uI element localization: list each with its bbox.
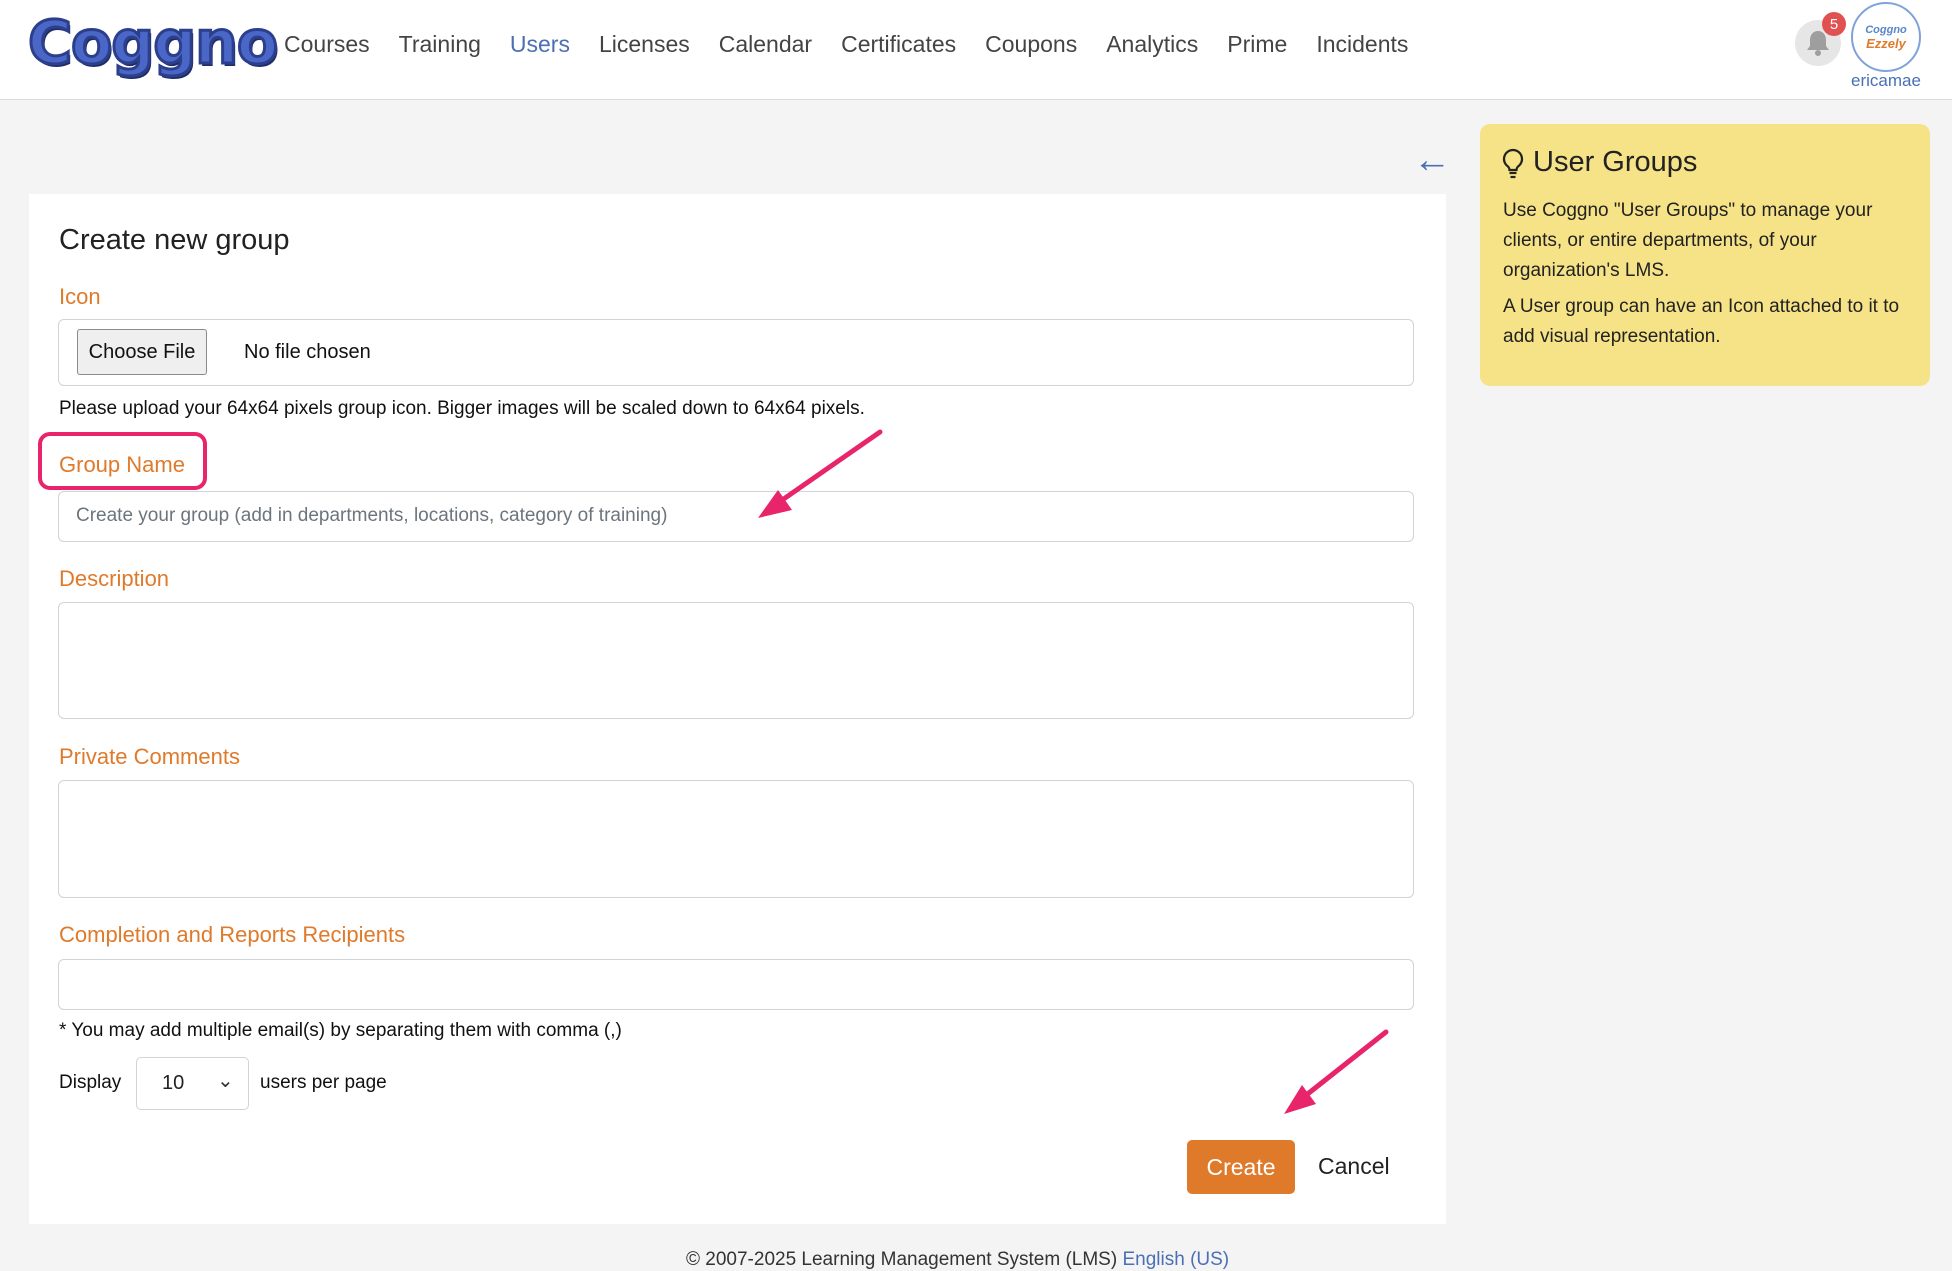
private-comments-textarea[interactable]: [58, 780, 1414, 898]
back-arrow-icon[interactable]: ←: [1413, 140, 1451, 180]
copyright-text: © 2007-2025 Learning Management System (…: [686, 1249, 1118, 1270]
chevron-down-icon: ⌄: [217, 1070, 234, 1092]
page-title: Create new group: [59, 224, 290, 256]
recipients-input[interactable]: [58, 959, 1414, 1010]
per-page-select[interactable]: 10 ⌄: [136, 1057, 249, 1110]
icon-file-input[interactable]: Choose File No file chosen: [58, 319, 1414, 386]
notification-count-badge: 5: [1822, 12, 1846, 36]
language-link[interactable]: English (US): [1122, 1249, 1229, 1270]
description-textarea[interactable]: [58, 602, 1414, 719]
group-name-placeholder: Create your group (add in departments, l…: [76, 505, 668, 526]
nav-training[interactable]: Training: [399, 31, 481, 58]
tip-paragraph-1: Use Coggno "User Groups" to manage your …: [1503, 200, 1873, 281]
nav-users[interactable]: Users: [510, 31, 570, 58]
top-navigation-bar: Coggno Courses Training Users Licenses C…: [0, 0, 1952, 100]
user-groups-tip-panel: User Groups Use Coggno "User Groups" to …: [1480, 124, 1930, 386]
icon-help-text: Please upload your 64x64 pixels group ic…: [59, 398, 865, 419]
create-button[interactable]: Create: [1187, 1140, 1295, 1194]
nav-prime[interactable]: Prime: [1227, 31, 1287, 58]
avatar-org-text: Ezzely: [1866, 35, 1906, 51]
page-footer: © 2007-2025 Learning Management System (…: [686, 1249, 1229, 1271]
group-name-highlight-box: [38, 432, 207, 490]
nav-incidents[interactable]: Incidents: [1316, 31, 1408, 58]
group-name-input[interactable]: Create your group (add in departments, l…: [58, 491, 1414, 542]
private-comments-label: Private Comments: [59, 744, 240, 769]
user-avatar[interactable]: Coggno Ezzely: [1851, 2, 1921, 72]
main-nav: Courses Training Users Licenses Calendar…: [284, 31, 1437, 58]
recipients-help-text: * You may add multiple email(s) by separ…: [59, 1020, 622, 1041]
nav-certificates[interactable]: Certificates: [841, 31, 956, 58]
tip-title: User Groups: [1533, 146, 1698, 178]
cancel-button[interactable]: Cancel: [1318, 1153, 1390, 1180]
nav-calendar[interactable]: Calendar: [719, 31, 812, 58]
nav-courses[interactable]: Courses: [284, 31, 370, 58]
choose-file-button[interactable]: Choose File: [77, 329, 207, 375]
display-label: Display: [59, 1072, 122, 1093]
description-label: Description: [59, 566, 170, 591]
icon-label: Icon: [59, 284, 101, 309]
recipients-label: Completion and Reports Recipients: [59, 922, 406, 947]
lightbulb-icon: [1502, 148, 1524, 179]
nav-coupons[interactable]: Coupons: [985, 31, 1077, 58]
username-link[interactable]: ericamae: [1850, 71, 1922, 91]
avatar-brand-text: Coggno: [1865, 23, 1907, 36]
per-page-value: 10: [162, 1072, 185, 1094]
coggno-logo[interactable]: Coggno: [26, 7, 279, 80]
tip-paragraph-2: A User group can have an Icon attached t…: [1503, 296, 1900, 347]
nav-analytics[interactable]: Analytics: [1106, 31, 1198, 58]
file-status-text: No file chosen: [244, 341, 371, 363]
per-page-suffix: users per page: [260, 1072, 387, 1093]
nav-licenses[interactable]: Licenses: [599, 31, 690, 58]
